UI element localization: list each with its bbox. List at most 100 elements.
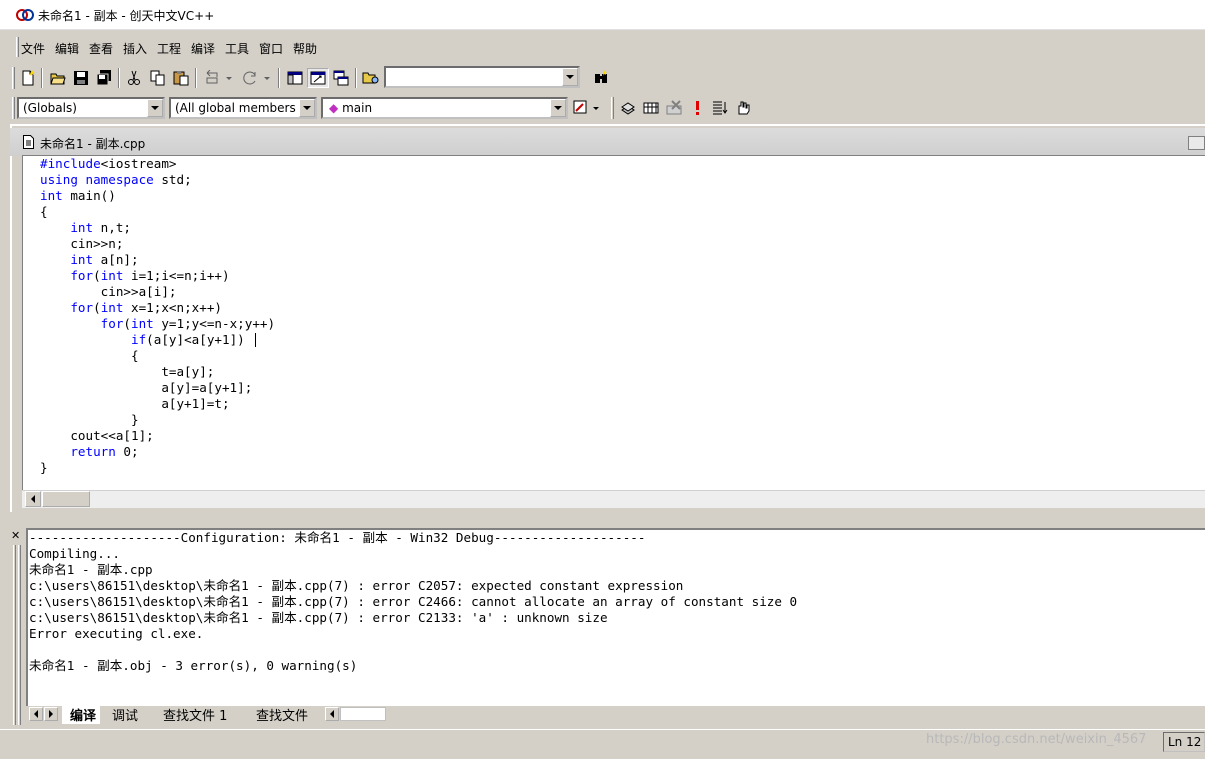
copy-icon[interactable] <box>147 68 169 88</box>
code-keyword: int <box>70 220 94 235</box>
menu-project[interactable]: 工程 <box>157 40 181 57</box>
chevron-down-icon[interactable] <box>299 99 315 117</box>
menu-help[interactable]: 帮助 <box>293 40 317 57</box>
code-line[interactable]: cout<<a[1]; <box>40 428 275 444</box>
menu-tools[interactable]: 工具 <box>225 40 249 57</box>
output-scroll-left-icon[interactable] <box>325 707 339 721</box>
find-in-files-icon[interactable] <box>360 68 382 88</box>
restore-button[interactable] <box>1188 136 1205 150</box>
window-list-icon[interactable] <box>330 68 352 88</box>
chevron-down-icon[interactable] <box>147 99 163 117</box>
code-line[interactable]: int main() <box>40 188 275 204</box>
code-keyword: for <box>100 316 124 331</box>
code-line[interactable]: int a[n]; <box>40 252 275 268</box>
tab-build[interactable]: 编译 <box>62 705 101 724</box>
output-line[interactable]: c:\users\86151\desktop\未命名1 - 副本.cpp(7) … <box>29 578 797 594</box>
menu-window[interactable]: 窗口 <box>259 40 283 57</box>
breakpoint-hand-icon[interactable] <box>732 98 754 118</box>
tab-scroll-right-icon[interactable] <box>44 707 58 721</box>
output-icon[interactable] <box>307 68 329 88</box>
members-combo[interactable]: (All global members <box>169 97 317 119</box>
chevron-down-icon[interactable] <box>562 68 578 86</box>
window-title: 未命名1 - 副本 - 创天中文VC++ <box>38 9 215 23</box>
code-keyword: namespace <box>85 172 154 187</box>
method-icon: ◆ <box>329 101 339 115</box>
wizardbar-grip <box>12 97 15 119</box>
menu-view[interactable]: 查看 <box>89 40 113 57</box>
code-line[interactable]: return 0; <box>40 444 275 460</box>
menu-edit[interactable]: 编辑 <box>55 40 79 57</box>
tab-debug[interactable]: 调试 <box>112 705 138 724</box>
code-line[interactable]: using namespace std; <box>40 172 275 188</box>
close-icon[interactable]: ✕ <box>11 529 20 542</box>
text-caret <box>255 333 256 347</box>
code-line[interactable]: { <box>40 348 275 364</box>
tab-scroll-left-icon[interactable] <box>29 707 43 721</box>
code-line[interactable]: { <box>40 204 275 220</box>
menu-file[interactable]: 文件 <box>21 40 45 57</box>
code-keyword: int <box>100 268 124 283</box>
code-line[interactable]: a[y]=a[y+1]; <box>40 380 275 396</box>
code-line[interactable]: if(a[y]<a[y+1]) <box>40 332 275 348</box>
code-line[interactable]: t=a[y]; <box>40 364 275 380</box>
output-line[interactable]: Compiling... <box>29 546 797 562</box>
tab-find-in-files-1[interactable]: 查找文件 1 <box>163 705 227 724</box>
output-scroll-track[interactable] <box>340 707 386 721</box>
app-icon <box>16 9 34 21</box>
output-line[interactable]: c:\users\86151\desktop\未命名1 - 副本.cpp(7) … <box>29 610 797 626</box>
output-line[interactable] <box>29 642 797 658</box>
code-line[interactable]: } <box>40 460 275 476</box>
execute-icon[interactable] <box>686 98 708 118</box>
toolbar-separator <box>195 68 197 88</box>
undo-icon[interactable] <box>202 68 236 88</box>
cpp-file-icon <box>23 135 34 149</box>
build-icon[interactable] <box>640 98 662 118</box>
chevron-down-icon[interactable] <box>550 99 566 117</box>
code-line[interactable]: a[y+1]=t; <box>40 396 275 412</box>
redo-icon[interactable] <box>240 68 274 88</box>
new-file-icon[interactable] <box>17 68 39 88</box>
code-line[interactable]: #include<iostream> <box>40 156 275 172</box>
output-line[interactable]: --------------------Configuration: 未命名1 … <box>29 530 797 546</box>
open-folder-icon[interactable] <box>47 68 69 88</box>
output-line[interactable]: c:\users\86151\desktop\未命名1 - 副本.cpp(7) … <box>29 594 797 610</box>
menu-build[interactable]: 编译 <box>191 40 215 57</box>
find-icon[interactable] <box>590 68 612 88</box>
output-line[interactable]: 未命名1 - 副本.obj - 3 error(s), 0 warning(s) <box>29 658 797 674</box>
cut-icon[interactable] <box>123 68 145 88</box>
code-line[interactable]: for(int x=1;x<n;x++) <box>40 300 275 316</box>
code-line[interactable]: for(int i=1;i<=n;i++) <box>40 268 275 284</box>
output-line[interactable]: Error executing cl.exe. <box>29 626 797 642</box>
output-line[interactable]: 未命名1 - 副本.cpp <box>29 562 797 578</box>
menu-insert[interactable]: 插入 <box>123 40 147 57</box>
output-text: --------------------Configuration: 未命名1 … <box>29 530 797 674</box>
code-line[interactable]: cin>>a[i]; <box>40 284 275 300</box>
workspace-icon[interactable] <box>284 68 306 88</box>
scroll-left-icon[interactable] <box>25 491 41 507</box>
find-combo[interactable] <box>384 66 580 88</box>
code-line[interactable]: cin>>n; <box>40 236 275 252</box>
code-keyword: int <box>70 252 94 267</box>
stop-build-icon[interactable] <box>663 98 685 118</box>
scope-combo[interactable]: (Globals) <box>17 97 165 119</box>
code-line[interactable]: } <box>40 412 275 428</box>
code-keyword: int <box>131 316 154 331</box>
code-line[interactable]: int n,t; <box>40 220 275 236</box>
paste-icon[interactable] <box>170 68 192 88</box>
save-icon[interactable] <box>70 68 92 88</box>
code-keyword: for <box>70 268 94 283</box>
wizard-action-icon[interactable] <box>571 98 605 118</box>
scroll-thumb[interactable] <box>42 491 90 507</box>
compile-icon[interactable] <box>617 98 639 118</box>
editor-horizontal-scrollbar[interactable] <box>22 490 1205 508</box>
output-grip <box>13 545 16 725</box>
go-icon[interactable] <box>709 98 731 118</box>
function-combo[interactable]: ◆ main <box>321 97 568 119</box>
tab-find-in-files[interactable]: 查找文件 <box>256 705 308 724</box>
watermark: https://blog.csdn.net/weixin_4567 <box>926 732 1147 747</box>
code-keyword: using <box>40 172 78 187</box>
code-text[interactable]: #include<iostream> using namespace std; in… <box>40 156 275 476</box>
code-line[interactable]: for(int y=1;y<=n-x;y++) <box>40 316 275 332</box>
function-name: main <box>342 101 373 115</box>
save-all-icon[interactable] <box>93 68 115 88</box>
